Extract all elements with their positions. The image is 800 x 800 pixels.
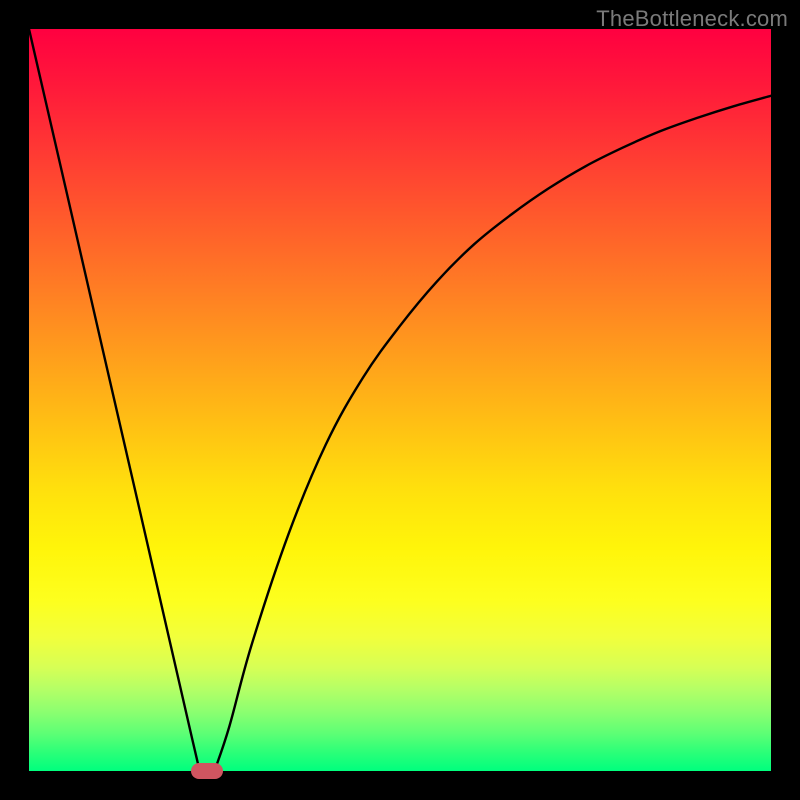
curve-right	[215, 96, 772, 771]
bottleneck-curve	[29, 29, 771, 771]
chart-frame: TheBottleneck.com	[0, 0, 800, 800]
curve-left	[29, 29, 200, 771]
optimum-marker	[191, 763, 223, 779]
watermark-text: TheBottleneck.com	[596, 6, 788, 32]
plot-area	[29, 29, 771, 771]
